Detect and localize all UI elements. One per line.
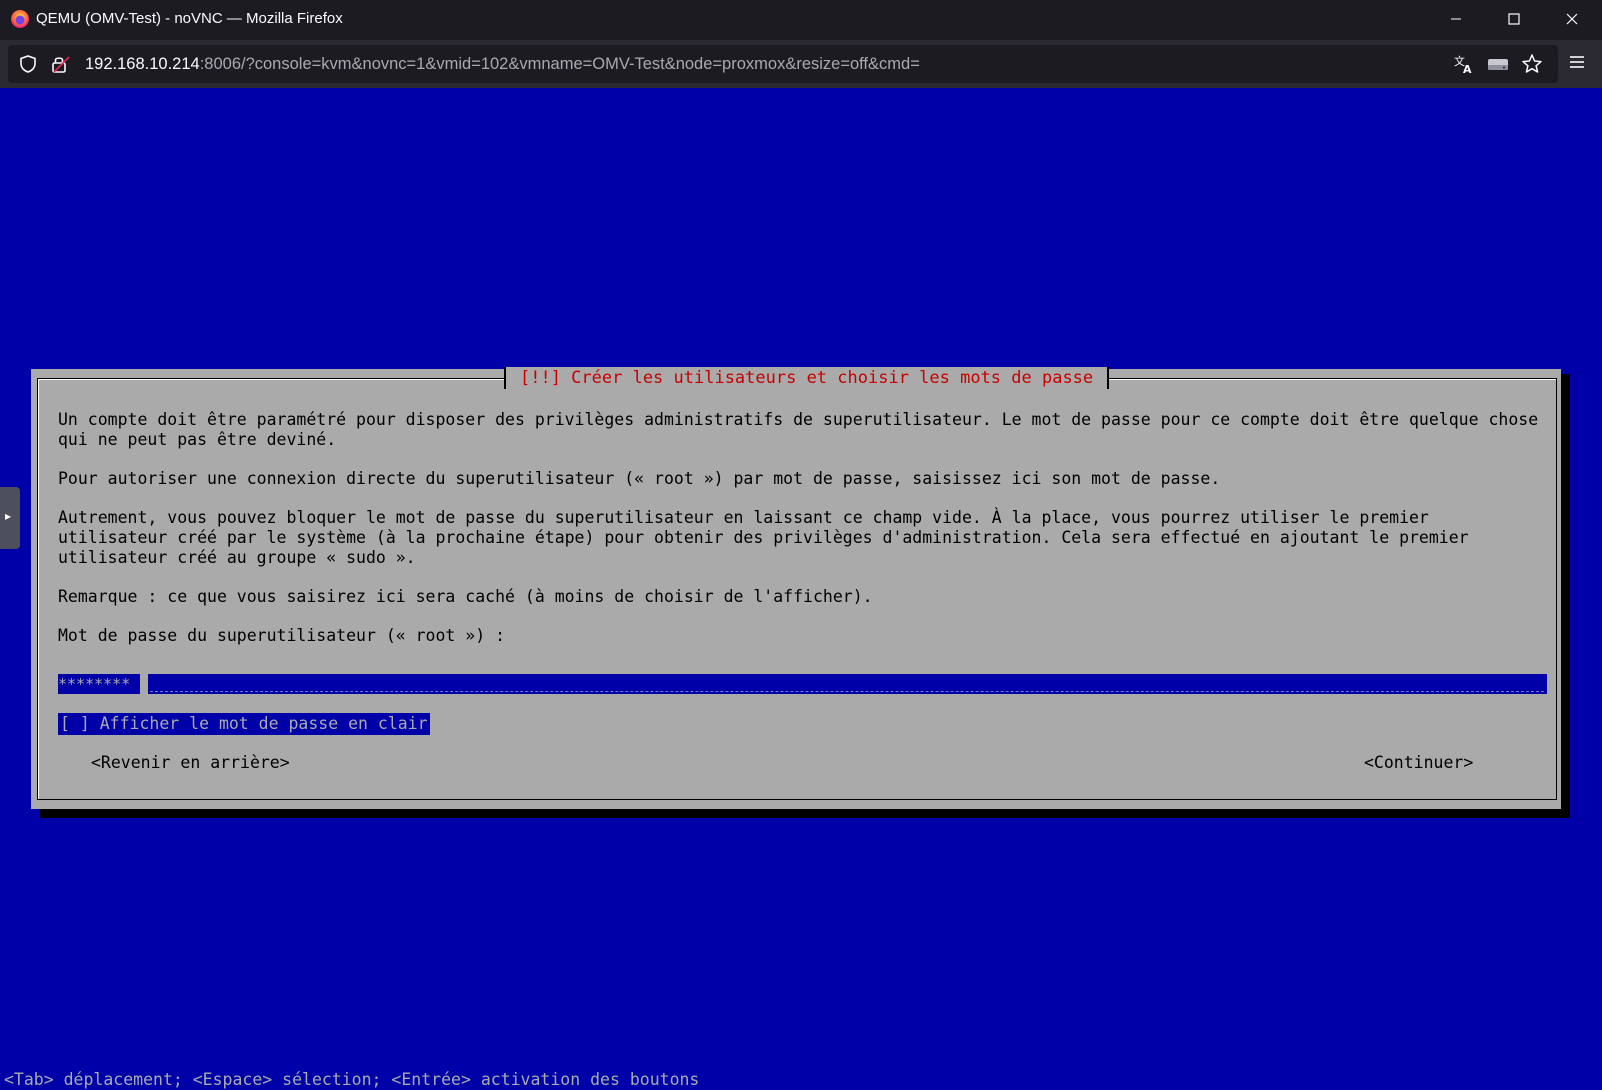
description-line-1: Un compte doit être paramétré pour dispo… bbox=[58, 410, 1539, 429]
insecure-lock-icon[interactable] bbox=[50, 54, 72, 74]
bookmark-star-icon[interactable] bbox=[1521, 53, 1543, 75]
vnc-console-screen[interactable]: ▸ [!!] Créer les utilisateurs et choisir… bbox=[0, 88, 1602, 1090]
input-underline bbox=[150, 691, 1544, 692]
hidden-input-note: Remarque : ce que vous saisirez ici sera… bbox=[58, 587, 873, 606]
navigation-toolbar: 192.168.10.214:8006/?console=kvm&novnc=1… bbox=[0, 40, 1602, 88]
alternative-line-1: Autrement, vous pouvez bloquer le mot de… bbox=[58, 508, 1429, 527]
back-button[interactable]: <Revenir en arrière> bbox=[91, 752, 290, 774]
keyboard-help-line: <Tab> déplacement; <Espace> sélection; <… bbox=[4, 1070, 700, 1089]
hamburger-menu-icon[interactable] bbox=[1568, 54, 1586, 70]
password-masked-value: ******** bbox=[58, 674, 138, 694]
maximize-button[interactable] bbox=[1485, 0, 1543, 38]
address-bar[interactable]: 192.168.10.214:8006/?console=kvm&novnc=1… bbox=[8, 45, 1558, 83]
minimize-icon bbox=[1451, 18, 1461, 20]
show-password-checkbox[interactable]: [ ] Afficher le mot de passe en clair bbox=[58, 713, 430, 735]
close-window-button[interactable] bbox=[1543, 0, 1601, 38]
window-title: QEMU (OMV-Test) - noVNC — Mozilla Firefo… bbox=[36, 10, 343, 27]
description-line-2: qui ne peut pas être deviné. bbox=[58, 430, 337, 449]
firefox-logo-icon bbox=[11, 10, 29, 28]
maximize-icon bbox=[1508, 13, 1520, 25]
dialog-frame: [!!] Créer les utilisateurs et choisir l… bbox=[37, 367, 1557, 800]
url-text[interactable]: 192.168.10.214:8006/?console=kvm&novnc=1… bbox=[85, 45, 920, 83]
browser-titlebar: QEMU (OMV-Test) - noVNC — Mozilla Firefo… bbox=[0, 0, 1602, 40]
url-path: :8006/?console=kvm&novnc=1&vmid=102&vmna… bbox=[199, 55, 920, 73]
minimize-button[interactable] bbox=[1427, 0, 1485, 38]
close-icon bbox=[1566, 13, 1578, 25]
drive-icon[interactable] bbox=[1486, 53, 1510, 75]
root-login-text: Pour autoriser une connexion directe du … bbox=[58, 469, 1221, 488]
translate-icon[interactable]: 文 A bbox=[1453, 53, 1475, 75]
password-label: Mot de passe du superutilisateur (« root… bbox=[58, 626, 506, 645]
alternative-line-2: utilisateur créé par le système (à la pr… bbox=[58, 528, 1469, 547]
continue-button[interactable]: <Continuer> bbox=[1364, 752, 1473, 774]
url-host: 192.168.10.214 bbox=[85, 55, 200, 73]
novnc-sidebar-handle[interactable]: ▸ bbox=[0, 487, 20, 549]
alternative-line-3: utilisateur créé au groupe « sudo ». bbox=[58, 548, 416, 567]
tracking-protection-shield-icon[interactable] bbox=[18, 54, 38, 74]
svg-text:A: A bbox=[1463, 63, 1472, 75]
root-password-input[interactable]: ******** bbox=[58, 674, 1547, 694]
installer-dialog: [!!] Créer les utilisateurs et choisir l… bbox=[31, 367, 1561, 809]
expand-arrow-icon: ▸ bbox=[5, 509, 12, 523]
text-cursor bbox=[140, 674, 148, 694]
dialog-title: [!!] Créer les utilisateurs et choisir l… bbox=[504, 367, 1110, 389]
